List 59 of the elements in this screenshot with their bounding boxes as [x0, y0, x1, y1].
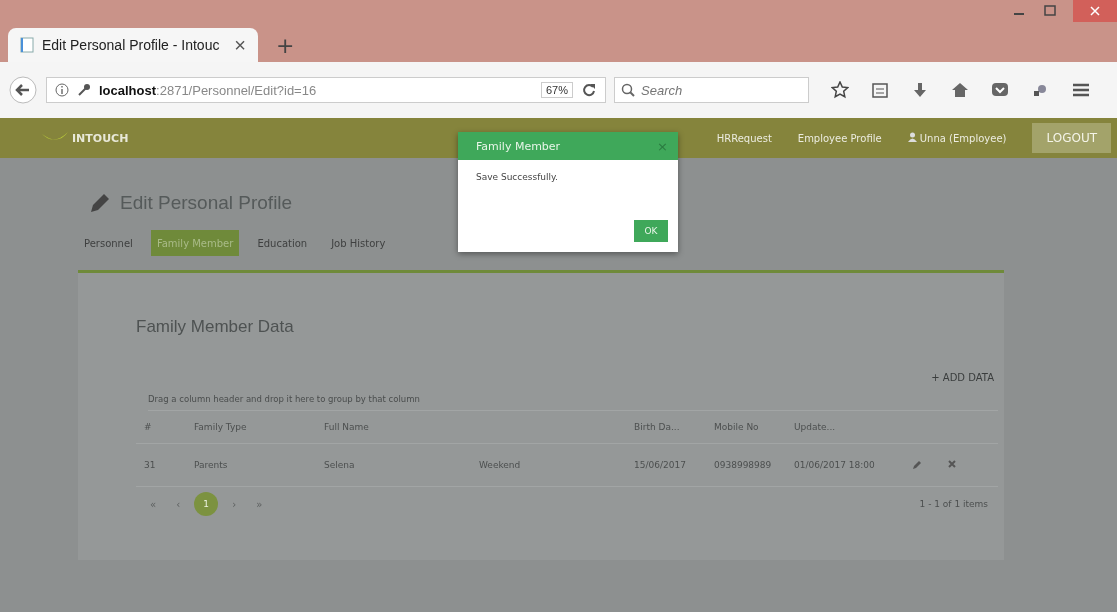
- clipboard-icon[interactable]: [871, 81, 889, 99]
- page-title: Edit Personal Profile: [120, 192, 293, 214]
- page-number-button[interactable]: 1: [194, 492, 219, 516]
- table-cell-text: 01/06/2017 18:00: [793, 460, 876, 470]
- close-button[interactable]: ×: [657, 138, 668, 154]
- user-menu-link[interactable]: Unna (Employee): [907, 132, 1007, 144]
- key-icon: [77, 83, 91, 97]
- dialog-message: Save Successfully.: [475, 171, 559, 182]
- column-header[interactable]: Family Type: [186, 422, 316, 432]
- profile-tab[interactable]: Personnel: [78, 230, 139, 256]
- profile-tab[interactable]: Family Member: [150, 230, 240, 256]
- next-page-button[interactable]: ›: [226, 497, 243, 511]
- dialog-title: Family Member: [476, 139, 561, 153]
- browser-tab[interactable]: Edit Personal Profile - Intouc ×: [8, 28, 258, 62]
- add-data-button[interactable]: + ADD DATA: [925, 371, 1000, 384]
- column-header[interactable]: #: [136, 422, 186, 432]
- first-page-button[interactable]: «: [144, 497, 163, 511]
- last-page-button[interactable]: »: [250, 497, 269, 511]
- back-icon[interactable]: [8, 75, 38, 105]
- search-field[interactable]: Search: [614, 77, 809, 103]
- reload-icon[interactable]: [581, 82, 597, 98]
- nav-link[interactable]: HRRequest: [716, 132, 772, 144]
- table-cell-text: 31: [143, 460, 157, 470]
- table-cell-text: Weekend: [478, 460, 522, 470]
- section-title: Family Member Data: [136, 317, 295, 337]
- column-header[interactable]: Birth Da...: [626, 422, 706, 432]
- table-cell-text: Parents: [193, 460, 229, 470]
- logout-button[interactable]: LOGOUT: [1032, 123, 1111, 153]
- table-cell-text: 15/06/2017: [633, 460, 687, 470]
- previous-page-button[interactable]: ‹: [170, 497, 187, 511]
- url-text: localhost:2871/Personnel/Edit?id=16: [99, 82, 318, 98]
- delete-icon[interactable]: [948, 460, 956, 468]
- user-icon: [907, 132, 917, 142]
- column-header[interactable]: Full Name: [316, 422, 471, 432]
- nav-link[interactable]: Employee Profile: [797, 132, 882, 144]
- page-icon: [20, 37, 34, 53]
- zoom-level[interactable]: 67%: [540, 82, 573, 98]
- new-tab-button[interactable]: +: [272, 33, 299, 58]
- star-icon[interactable]: [831, 81, 849, 99]
- edit-icon[interactable]: [912, 460, 922, 470]
- close-tab-button[interactable]: ×: [232, 33, 248, 57]
- table-cell-text: Selena: [323, 460, 356, 470]
- home-icon[interactable]: [951, 81, 969, 99]
- pagination-summary: 1 - 1 of 1 items: [919, 499, 988, 509]
- menu-icon[interactable]: [1071, 81, 1091, 99]
- address-bar[interactable]: localhost:2871/Personnel/Edit?id=16 67%: [46, 77, 606, 103]
- profile-tab[interactable]: Job History: [325, 230, 392, 256]
- column-header[interactable]: Update...: [786, 422, 882, 432]
- group-hint-text: Drag a column header and drop it here to group by that column: [148, 394, 998, 411]
- logo-text: INTOUCH: [72, 131, 129, 145]
- profile-tab[interactable]: Education: [251, 230, 314, 256]
- download-icon[interactable]: [911, 81, 929, 99]
- pocket-icon[interactable]: [991, 81, 1009, 99]
- tab-title: Edit Personal Profile - Intouc: [42, 37, 220, 53]
- column-header[interactable]: Mobile No: [706, 422, 786, 432]
- maximize-icon[interactable]: [1043, 4, 1057, 18]
- info-icon: [55, 83, 69, 97]
- table-cell-text: 0938998989: [713, 460, 773, 470]
- ok-button[interactable]: OK: [634, 220, 668, 242]
